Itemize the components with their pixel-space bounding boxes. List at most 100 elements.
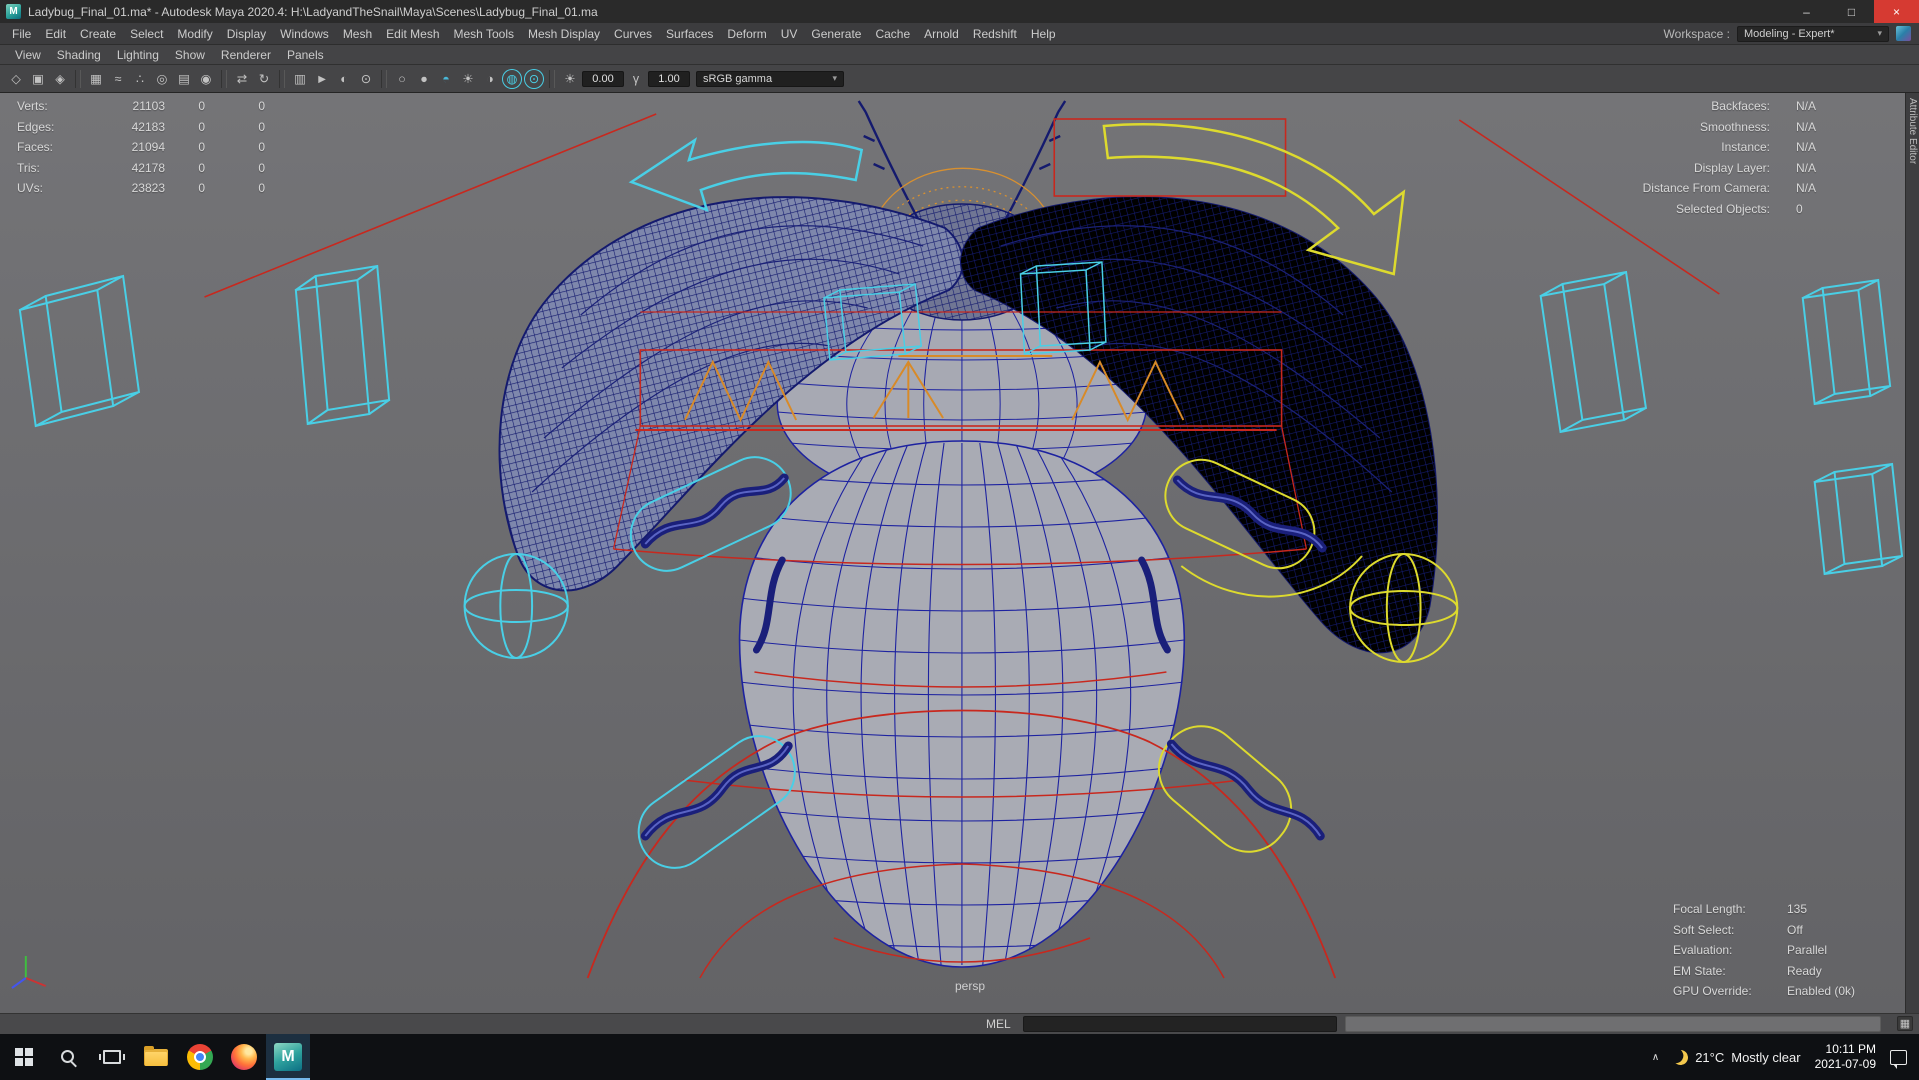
menu-item[interactable]: Arnold — [917, 23, 966, 45]
lights-display-icon[interactable]: ☀ — [458, 69, 478, 89]
exposure-icon: ☀ — [560, 69, 580, 89]
attribute-editor-tab[interactable]: Attribute Editor — [1907, 98, 1918, 164]
action-center-icon[interactable] — [1890, 1050, 1907, 1065]
start-button[interactable] — [2, 1034, 46, 1080]
clock-date: 2021-07-09 — [1815, 1057, 1876, 1072]
object-details-row: Display Layer: N/A — [1508, 158, 1876, 179]
chevron-down-icon: ▾ — [1877, 28, 1882, 39]
workspace-switch-icon[interactable] — [1896, 26, 1911, 41]
ipr-render-icon[interactable]: ◐ — [334, 69, 354, 89]
maya-taskbar-button[interactable]: M — [266, 1034, 310, 1080]
select-by-hierarchy-icon[interactable]: ◇ — [6, 69, 26, 89]
menu-item[interactable]: Surfaces — [659, 23, 720, 45]
menu-item[interactable]: Cache — [868, 23, 917, 45]
workspace-label: Workspace : — [1664, 27, 1730, 41]
maya-icon: M — [274, 1043, 302, 1071]
input-connections-icon[interactable]: ⇄ — [232, 69, 252, 89]
taskbar-clock[interactable]: 10:11 PM 2021-07-09 — [1815, 1042, 1876, 1072]
toolbar-divider[interactable] — [221, 70, 227, 88]
workspace-selector: Workspace : Modeling - Expert* ▾ — [1664, 26, 1919, 42]
menu-item[interactable]: Redshift — [966, 23, 1024, 45]
menu-item[interactable]: Display — [220, 23, 273, 45]
menu-item[interactable]: Help — [1024, 23, 1063, 45]
menu-item[interactable]: Curves — [607, 23, 659, 45]
poly-stats-row: UVs: 23823 0 0 — [17, 178, 265, 199]
toolbar-divider[interactable] — [75, 70, 81, 88]
menu-item[interactable]: Edit — [38, 23, 73, 45]
command-feedback-field[interactable] — [1345, 1016, 1881, 1032]
panel-layout-icon[interactable]: ▦ — [1897, 1016, 1913, 1031]
poly-stats-row: Edges: 42183 0 0 — [17, 117, 265, 138]
snap-to-projected-center-icon[interactable]: ◎ — [152, 69, 172, 89]
construction-history-icon[interactable]: ↻ — [254, 69, 274, 89]
file-explorer-button[interactable] — [134, 1034, 178, 1080]
select-by-component-icon[interactable]: ◈ — [50, 69, 70, 89]
hidden-icons-chevron[interactable]: ∧ — [1652, 1052, 1659, 1063]
shaded-display-icon[interactable]: ● — [414, 69, 434, 89]
toolbar-divider[interactable] — [381, 70, 387, 88]
menu-item[interactable]: Edit Mesh — [379, 23, 446, 45]
render-settings-icon[interactable]: ⊙ — [356, 69, 376, 89]
snap-to-curve-icon[interactable]: ≈ — [108, 69, 128, 89]
textured-display-icon[interactable]: ◓ — [436, 69, 456, 89]
wireframe-display-icon[interactable]: ○ — [392, 69, 412, 89]
snap-to-point-icon[interactable]: ∴ — [130, 69, 150, 89]
menu-item[interactable]: Windows — [273, 23, 336, 45]
menu-item[interactable]: Modify — [170, 23, 219, 45]
camera-info-row: EM State: Ready — [1673, 961, 1855, 982]
weather-widget[interactable]: 21°C Mostly clear — [1673, 1050, 1800, 1065]
task-view-button[interactable] — [90, 1034, 134, 1080]
viewport-canvas[interactable] — [0, 93, 1905, 1013]
search-button[interactable] — [46, 1034, 90, 1080]
view-transform-dropdown[interactable]: sRGB gamma ▾ — [696, 71, 844, 87]
perspective-viewport[interactable]: Verts: 21103 0 0 Edges: 42183 0 0 Faces: — [0, 93, 1905, 1013]
mel-mode-selector[interactable]: MEL — [986, 1017, 1011, 1031]
render-frame-icon[interactable]: ► — [312, 69, 332, 89]
task-view-icon — [103, 1050, 121, 1064]
panel-menu-item[interactable]: Renderer — [213, 45, 279, 65]
panel-menu-item[interactable]: Lighting — [109, 45, 167, 65]
snap-to-grid-icon[interactable]: ▦ — [86, 69, 106, 89]
poly-stats-row: Verts: 21103 0 0 — [17, 96, 265, 117]
workspace-dropdown[interactable]: Modeling - Expert* ▾ — [1737, 26, 1889, 42]
panel-menu-item[interactable]: Panels — [279, 45, 332, 65]
make-live-icon[interactable]: ◉ — [196, 69, 216, 89]
search-icon — [59, 1048, 77, 1066]
select-by-object-icon[interactable]: ▣ — [28, 69, 48, 89]
snap-to-view-plane-icon[interactable]: ▤ — [174, 69, 194, 89]
object-details-row: Selected Objects: 0 — [1508, 199, 1876, 220]
menu-item[interactable]: Deform — [720, 23, 773, 45]
menu-item[interactable]: Mesh Display — [521, 23, 607, 45]
toolbar-divider[interactable] — [279, 70, 285, 88]
shadows-display-icon[interactable]: ◑ — [480, 69, 500, 89]
chrome-button[interactable] — [178, 1034, 222, 1080]
gamma-input[interactable] — [648, 71, 690, 87]
firefox-button[interactable] — [222, 1034, 266, 1080]
antialias-display-icon[interactable]: ⊙ — [524, 69, 544, 89]
panel-menu-item[interactable]: Shading — [49, 45, 109, 65]
close-button[interactable]: × — [1874, 0, 1919, 23]
toolbar-divider[interactable] — [549, 70, 555, 88]
menu-item[interactable]: Generate — [804, 23, 868, 45]
mel-command-input[interactable] — [1023, 1016, 1337, 1032]
object-details-row: Instance: N/A — [1508, 137, 1876, 158]
chevron-down-icon: ▾ — [832, 73, 837, 84]
ao-display-icon[interactable]: ◍ — [502, 69, 522, 89]
maximize-button[interactable]: □ — [1829, 0, 1874, 23]
open-render-view-icon[interactable]: ▥ — [290, 69, 310, 89]
menu-item[interactable]: Mesh Tools — [447, 23, 521, 45]
object-details-row: Smoothness: N/A — [1508, 117, 1876, 138]
menu-item[interactable]: Create — [73, 23, 123, 45]
weather-temp: 21°C — [1695, 1050, 1724, 1065]
exposure-input[interactable] — [582, 71, 624, 87]
minimize-button[interactable]: – — [1784, 0, 1829, 23]
panel-menu-item[interactable]: Show — [167, 45, 213, 65]
gamma-icon: γ — [626, 69, 646, 89]
panel-menu-item[interactable]: View — [7, 45, 49, 65]
menu-item[interactable]: UV — [774, 23, 805, 45]
heads-up-display-object-details: Backfaces: N/A Smoothness: N/A Instance:… — [1508, 96, 1876, 219]
menu-item[interactable]: Mesh — [336, 23, 379, 45]
menu-item[interactable]: Select — [123, 23, 170, 45]
heads-up-display-poly-stats: Verts: 21103 0 0 Edges: 42183 0 0 Faces: — [17, 96, 265, 199]
menu-item[interactable]: File — [5, 23, 38, 45]
